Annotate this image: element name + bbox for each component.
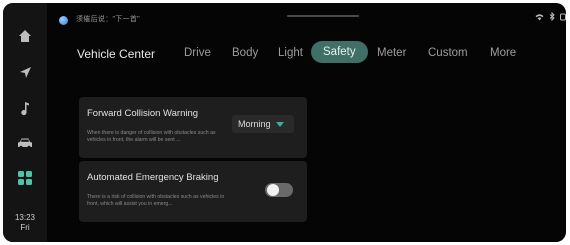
toggle-knob <box>267 184 279 196</box>
clock-time: 13:23 <box>14 213 36 222</box>
left-rail: 13:23 Fri <box>3 3 47 242</box>
vehicle-center-screen: 13:23 Fri 须催后说："下一首" Vehicle Center Driv… <box>3 3 566 242</box>
fcw-selected-value: Morning <box>238 119 271 129</box>
bluetooth-icon <box>549 12 555 21</box>
home-icon[interactable] <box>15 26 35 46</box>
fcw-title: Forward Collision Warning <box>87 108 199 119</box>
tab-drive[interactable]: Drive <box>184 47 211 60</box>
clock: 13:23 Fri <box>3 213 47 233</box>
tab-meter[interactable]: Meter <box>377 47 406 60</box>
pull-down-handle[interactable] <box>287 15 359 17</box>
aeb-setting-card: Automated Emergency Braking There is a r… <box>79 161 307 222</box>
tab-custom[interactable]: Custom <box>428 47 468 60</box>
status-icons <box>535 12 566 21</box>
tab-safety[interactable]: Safety <box>311 41 368 63</box>
tab-body[interactable]: Body <box>232 47 258 60</box>
apps-icon[interactable] <box>15 168 35 188</box>
aeb-toggle[interactable] <box>265 183 293 197</box>
page-title: Vehicle Center <box>77 47 156 61</box>
chevron-down-icon <box>275 121 284 127</box>
tab-light[interactable]: Light <box>278 47 303 60</box>
wifi-icon <box>535 13 544 20</box>
tab-more[interactable]: More <box>490 47 516 60</box>
signal-icon <box>560 13 566 20</box>
music-icon[interactable] <box>15 98 35 118</box>
assistant-orb-icon[interactable] <box>59 16 68 25</box>
fcw-sensitivity-dropdown[interactable]: Morning <box>232 115 294 133</box>
aeb-title: Automated Emergency Braking <box>87 172 219 183</box>
aeb-description: There is a risk of collision with obstac… <box>87 194 225 207</box>
clock-day: Fri <box>20 223 30 232</box>
navigation-icon[interactable] <box>15 62 35 82</box>
fcw-setting-card: Forward Collision Warning When there is … <box>79 97 307 158</box>
car-icon[interactable] <box>15 133 35 153</box>
voice-hint: 须催后说："下一首" <box>76 16 140 23</box>
fcw-description: When there is danger of collision with o… <box>87 130 216 143</box>
